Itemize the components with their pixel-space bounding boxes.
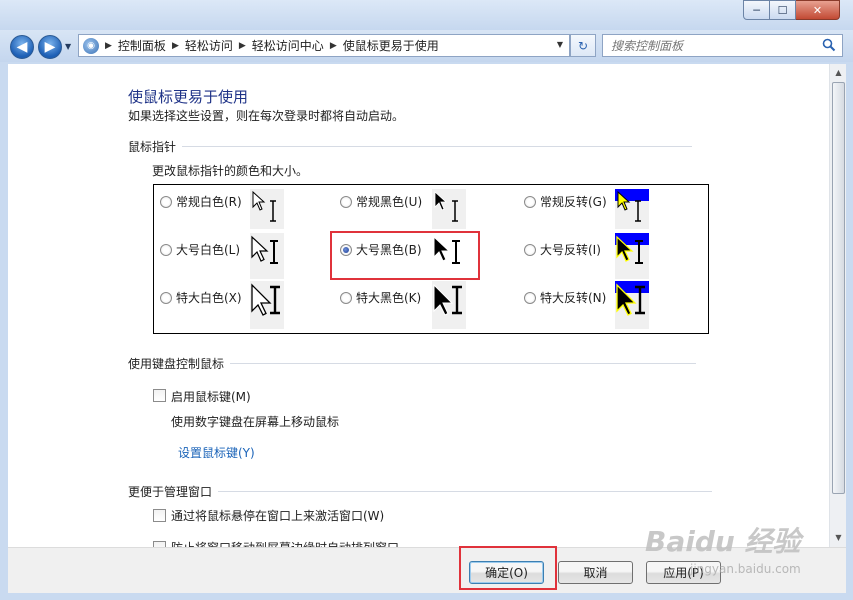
section-divider: [230, 363, 697, 364]
scheme-xlarge-white[interactable]: 特大白色(X): [160, 289, 242, 306]
forward-button[interactable]: ▶: [38, 35, 62, 59]
content-panel: 使鼠标更易于使用 如果选择这些设置，则在每次登录时都将自动启动。 鼠标指针 更改…: [8, 64, 829, 547]
pointer-preview-normal-white: [250, 189, 284, 229]
scheme-label: 特大黑色(K): [356, 291, 422, 305]
control-panel-icon: ◉: [83, 37, 99, 54]
refresh-button[interactable]: ↻: [570, 34, 596, 57]
window-bottom-frame: [0, 593, 853, 600]
mouse-keys-description: 使用数字键盘在屏幕上移动鼠标: [171, 415, 340, 429]
section-keyboard-mouse: 使用键盘控制鼠标: [128, 355, 697, 372]
snap-label[interactable]: 防止将窗口移动到屏幕边缘时自动排列窗口: [171, 539, 399, 547]
pointer-preview-normal-inverted: [615, 189, 649, 229]
chevron-right-icon[interactable]: ▶: [172, 41, 179, 51]
breadcrumb-ease-of-access-center[interactable]: 轻松访问中心: [252, 37, 324, 54]
mouse-keys-label[interactable]: 启用鼠标键(M): [171, 388, 251, 405]
pointer-preview-xlarge-inverted: [615, 281, 649, 329]
radio-button[interactable]: [340, 195, 352, 208]
scheme-label: 常规黑色(U): [356, 195, 423, 209]
radio-button[interactable]: [160, 195, 172, 208]
scheme-label: 常规白色(R): [176, 195, 242, 209]
radio-button[interactable]: [524, 195, 536, 208]
baidu-watermark-url: jingyan.baidu.com: [690, 562, 801, 576]
section-title: 使用键盘控制鼠标: [128, 357, 225, 371]
scroll-thumb[interactable]: [832, 82, 845, 494]
back-button[interactable]: ◀: [10, 35, 34, 59]
arrow-cursor-icon: [615, 189, 649, 222]
breadcrumb-ease-of-access[interactable]: 轻松访问: [185, 37, 233, 54]
radio-button[interactable]: [160, 291, 172, 304]
title-bar: ─ ☐ ✕: [0, 0, 853, 30]
vertical-scrollbar[interactable]: ▲ ▼: [829, 64, 846, 547]
section-title: 更便于管理窗口: [128, 485, 213, 499]
breadcrumb-control-panel[interactable]: 控制面板: [118, 37, 166, 54]
address-dropdown-icon[interactable]: ▼: [557, 40, 563, 49]
hover-activate-checkbox[interactable]: [153, 509, 166, 522]
pointer-preview-normal-black: [432, 189, 466, 229]
scheme-normal-black[interactable]: 常规黑色(U): [340, 193, 422, 210]
scheme-xlarge-black[interactable]: 特大黑色(K): [340, 289, 421, 306]
scheme-label: 特大反转(N): [540, 291, 607, 305]
address-bar[interactable]: ◉ ▶ 控制面板 ▶ 轻松访问 ▶ 轻松访问中心 ▶ 使鼠标更易于使用 ▼: [78, 34, 570, 57]
scroll-down-icon[interactable]: ▼: [830, 529, 847, 546]
section-mouse-pointers: 鼠标指针: [128, 138, 693, 155]
arrow-cursor-icon: [615, 281, 649, 316]
scheme-label: 大号反转(I): [540, 243, 601, 257]
section-title: 鼠标指针: [128, 140, 177, 154]
section-divider: [218, 491, 713, 492]
pointer-preview-large-inverted: [615, 233, 649, 279]
breadcrumb-current-page[interactable]: 使鼠标更易于使用: [343, 37, 439, 54]
radio-button[interactable]: [160, 243, 172, 256]
scheme-large-white[interactable]: 大号白色(L): [160, 241, 240, 258]
scheme-normal-inverted[interactable]: 常规反转(G): [524, 193, 607, 210]
scheme-label: 特大白色(X): [176, 291, 242, 305]
minimize-button[interactable]: ─: [743, 0, 770, 20]
recent-pages-dropdown-icon[interactable]: ▼: [65, 42, 71, 51]
chevron-right-icon[interactable]: ▶: [330, 41, 337, 51]
chevron-right-icon[interactable]: ▶: [105, 41, 112, 51]
search-input[interactable]: [611, 38, 811, 53]
scheme-xlarge-inverted[interactable]: 特大反转(N): [524, 289, 606, 306]
arrow-cursor-icon: [251, 235, 278, 264]
cancel-button[interactable]: 取消: [558, 561, 633, 584]
page-title: 使鼠标更易于使用: [128, 88, 249, 106]
radio-button[interactable]: [340, 291, 352, 304]
scheme-label: 常规反转(G): [540, 195, 607, 209]
arrow-cursor-icon: [615, 233, 649, 264]
search-box[interactable]: [602, 34, 843, 57]
scheme-large-inverted[interactable]: 大号反转(I): [524, 241, 601, 258]
arrow-cursor-icon: [252, 190, 276, 222]
arrow-cursor-icon: [433, 283, 462, 316]
radio-button[interactable]: [524, 243, 536, 256]
arrow-cursor-icon: [434, 191, 458, 222]
baidu-watermark: Baidu 经验: [645, 525, 801, 558]
search-icon[interactable]: [822, 38, 836, 52]
pointers-description: 更改鼠标指针的颜色和大小。: [152, 164, 309, 178]
page-subtitle: 如果选择这些设置，则在每次登录时都将自动启动。: [128, 109, 405, 123]
highlight-ok-button: [459, 546, 557, 590]
pointer-preview-large-white: [250, 233, 284, 279]
scheme-label: 大号白色(L): [176, 243, 241, 257]
window-controls: ─ ☐ ✕: [743, 0, 840, 20]
pointer-preview-xlarge-white: [250, 281, 284, 329]
setup-mouse-keys-link[interactable]: 设置鼠标键(Y): [178, 444, 255, 461]
pointer-preview-xlarge-black: [432, 281, 466, 329]
mouse-keys-checkbox[interactable]: [153, 389, 166, 402]
arrow-cursor-icon: [251, 283, 280, 316]
close-button[interactable]: ✕: [796, 0, 840, 20]
section-manage-windows: 更便于管理窗口: [128, 483, 713, 500]
scroll-up-icon[interactable]: ▲: [830, 64, 847, 81]
scheme-normal-white[interactable]: 常规白色(R): [160, 193, 242, 210]
radio-button[interactable]: [524, 291, 536, 304]
section-divider: [182, 146, 693, 147]
highlight-selected-scheme: [330, 231, 480, 280]
maximize-button[interactable]: ☐: [770, 0, 796, 20]
hover-activate-label[interactable]: 通过将鼠标悬停在窗口上来激活窗口(W): [171, 507, 384, 524]
chevron-right-icon[interactable]: ▶: [239, 41, 246, 51]
